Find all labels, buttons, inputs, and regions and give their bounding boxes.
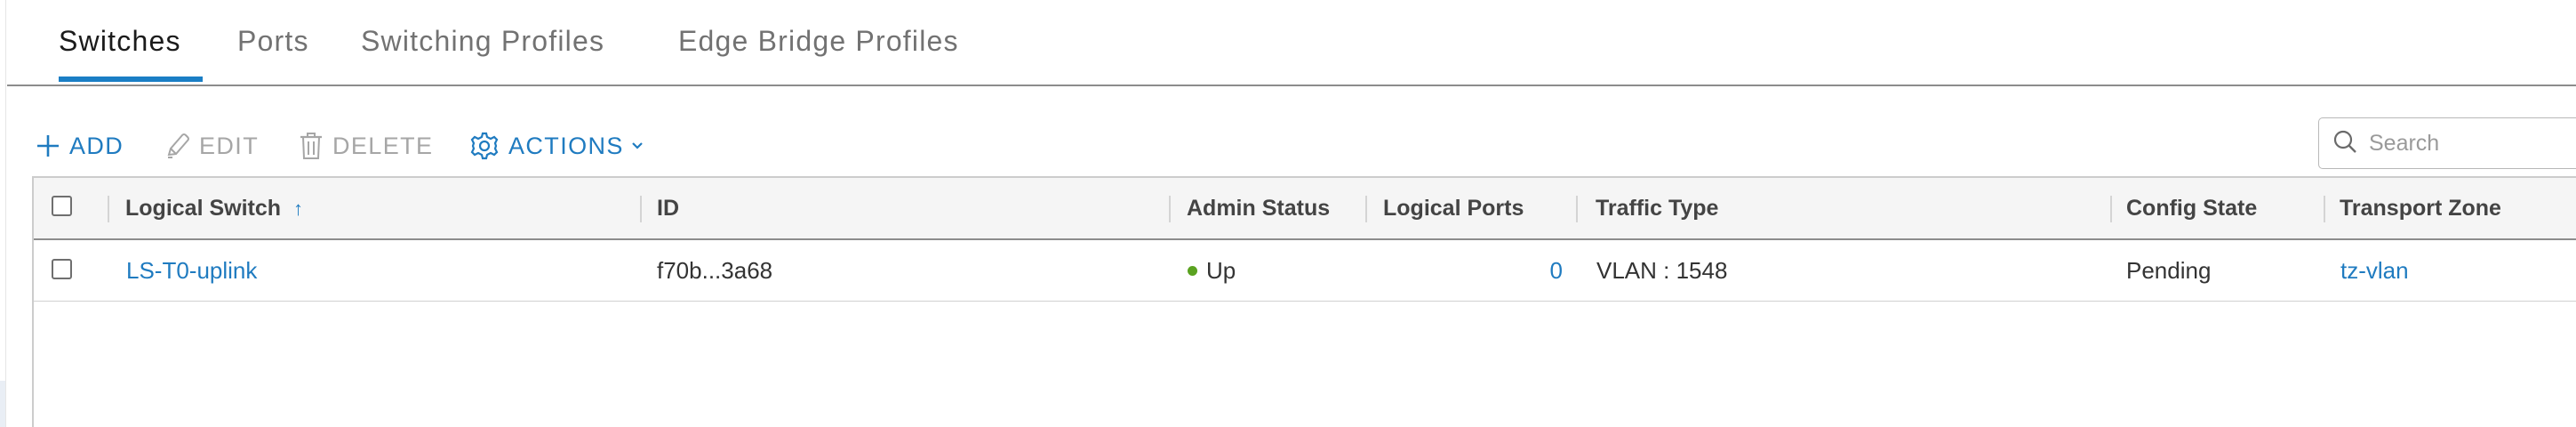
switch-id: f70b...3a68 [657,257,773,284]
column-separator [2110,196,2112,222]
tab-edge-bridge-profiles[interactable]: Edge Bridge Profiles [678,25,959,58]
tab-switching-profiles[interactable]: Switching Profiles [361,25,604,58]
column-header-transport-zone[interactable]: Transport Zone [2340,196,2501,222]
column-separator [1576,196,1578,222]
logical-switches-view: Switches Ports Switching Profiles Edge B… [0,0,2576,427]
chevron-down-icon [631,141,652,150]
column-separator [1169,196,1171,222]
pencil-icon [164,132,199,160]
tab-bar: Switches Ports Switching Profiles Edge B… [7,0,2576,86]
add-label: ADD [69,132,124,159]
left-edge-panel [0,0,6,427]
active-tab-indicator [59,77,203,82]
row-checkbox[interactable] [52,259,72,279]
search-box [2318,117,2576,169]
admin-status: Up [1188,257,1236,285]
config-state: Pending [2126,257,2212,284]
plus-icon [36,133,69,158]
add-button[interactable]: ADD [36,128,124,164]
edit-button[interactable]: EDIT [164,128,259,164]
search-input[interactable] [2367,129,2575,157]
transport-zone-link[interactable]: tz-vlan [2340,257,2409,285]
column-header-config-state[interactable]: Config State [2126,196,2257,222]
tab-switches[interactable]: Switches [59,25,181,58]
table-header: Logical Switch ↑ ID Admin Status Logical … [34,178,2576,240]
status-up-dot-icon [1188,265,1197,276]
delete-button[interactable]: DELETE [299,128,433,164]
trash-icon [299,132,332,160]
column-separator [2324,196,2325,222]
actions-dropdown[interactable]: ACTIONS [469,128,652,164]
column-header-admin-status[interactable]: Admin Status [1187,196,1330,222]
tab-ports[interactable]: Ports [237,25,309,58]
column-header-id[interactable]: ID [657,196,679,222]
logical-ports-count-link[interactable]: 0 [1545,257,1563,285]
traffic-type: VLAN : 1548 [1596,257,1728,284]
column-header-label: Logical Switch [125,196,282,221]
admin-status-label: Up [1206,257,1236,284]
edit-label: EDIT [199,132,260,159]
column-header-logical-ports[interactable]: Logical Ports [1383,196,1524,222]
select-all-checkbox[interactable] [52,196,72,216]
gear-icon [469,131,508,161]
search-icon [2319,128,2358,159]
column-header-traffic-type[interactable]: Traffic Type [1596,196,1718,222]
column-separator [640,196,642,222]
column-header-logical-switch[interactable]: Logical Switch ↑ [125,196,303,222]
table-row[interactable]: LS-T0-uplink f70b...3a68 Up 0 VLAN : 154… [34,240,2576,302]
column-separator [1365,196,1367,222]
left-edge-highlight [0,381,5,427]
logical-switch-link[interactable]: LS-T0-uplink [126,257,257,285]
delete-label: DELETE [332,132,434,159]
sort-ascending-icon: ↑ [293,197,304,220]
column-separator [108,196,109,222]
actions-label: ACTIONS [508,132,624,159]
logical-switches-table: Logical Switch ↑ ID Admin Status Logical … [32,176,2576,427]
